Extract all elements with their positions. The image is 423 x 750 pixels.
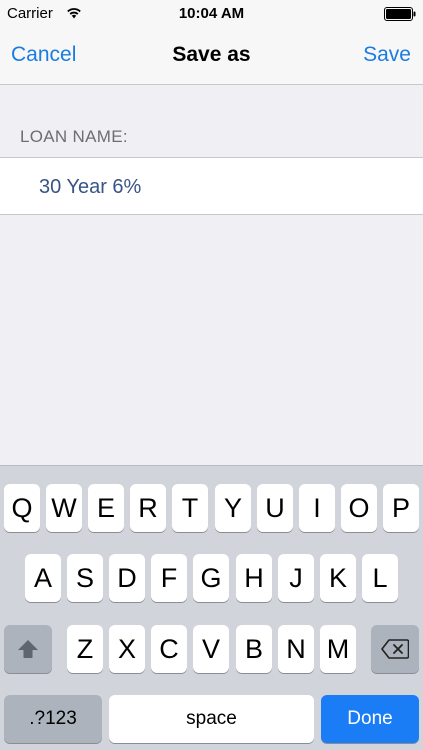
key-l[interactable]: L [362,554,398,602]
key-f[interactable]: F [151,554,187,602]
done-key[interactable]: Done [321,695,419,743]
key-j[interactable]: J [278,554,314,602]
key-b[interactable]: B [236,625,272,673]
key-q[interactable]: Q [4,484,40,532]
loan-name-row [0,157,423,215]
key-o[interactable]: O [341,484,377,532]
delete-key[interactable] [371,625,419,673]
keyboard: Q W E R T Y U I O P A S D F G H J K L Z … [0,465,423,750]
loan-name-input[interactable] [39,172,409,202]
key-r[interactable]: R [130,484,166,532]
key-e[interactable]: E [88,484,124,532]
backspace-icon [381,639,409,659]
key-z[interactable]: Z [67,625,103,673]
status-time: 10:04 AM [178,5,245,22]
key-a[interactable]: A [25,554,61,602]
navigation-bar: Cancel Save as Save [0,28,423,85]
key-u[interactable]: U [257,484,293,532]
key-n[interactable]: N [278,625,314,673]
key-w[interactable]: W [46,484,82,532]
space-key[interactable]: space [109,695,314,743]
numbers-key[interactable]: .?123 [4,695,102,743]
key-k[interactable]: K [320,554,356,602]
battery-icon [384,7,416,21]
key-h[interactable]: H [236,554,272,602]
shift-key[interactable] [4,625,52,673]
loan-name-section-header: LOAN NAME: [20,127,128,146]
shift-icon [18,640,38,658]
key-v[interactable]: V [193,625,229,673]
key-p[interactable]: P [383,484,419,532]
key-c[interactable]: C [151,625,187,673]
key-y[interactable]: Y [215,484,251,532]
key-x[interactable]: X [109,625,145,673]
key-d[interactable]: D [109,554,145,602]
key-m[interactable]: M [320,625,356,673]
save-button[interactable]: Save [363,43,411,67]
key-t[interactable]: T [172,484,208,532]
key-i[interactable]: I [299,484,335,532]
page-title: Save as [172,43,251,66]
key-g[interactable]: G [193,554,229,602]
status-bar: Carrier 10:04 AM [0,0,423,28]
key-s[interactable]: S [67,554,103,602]
